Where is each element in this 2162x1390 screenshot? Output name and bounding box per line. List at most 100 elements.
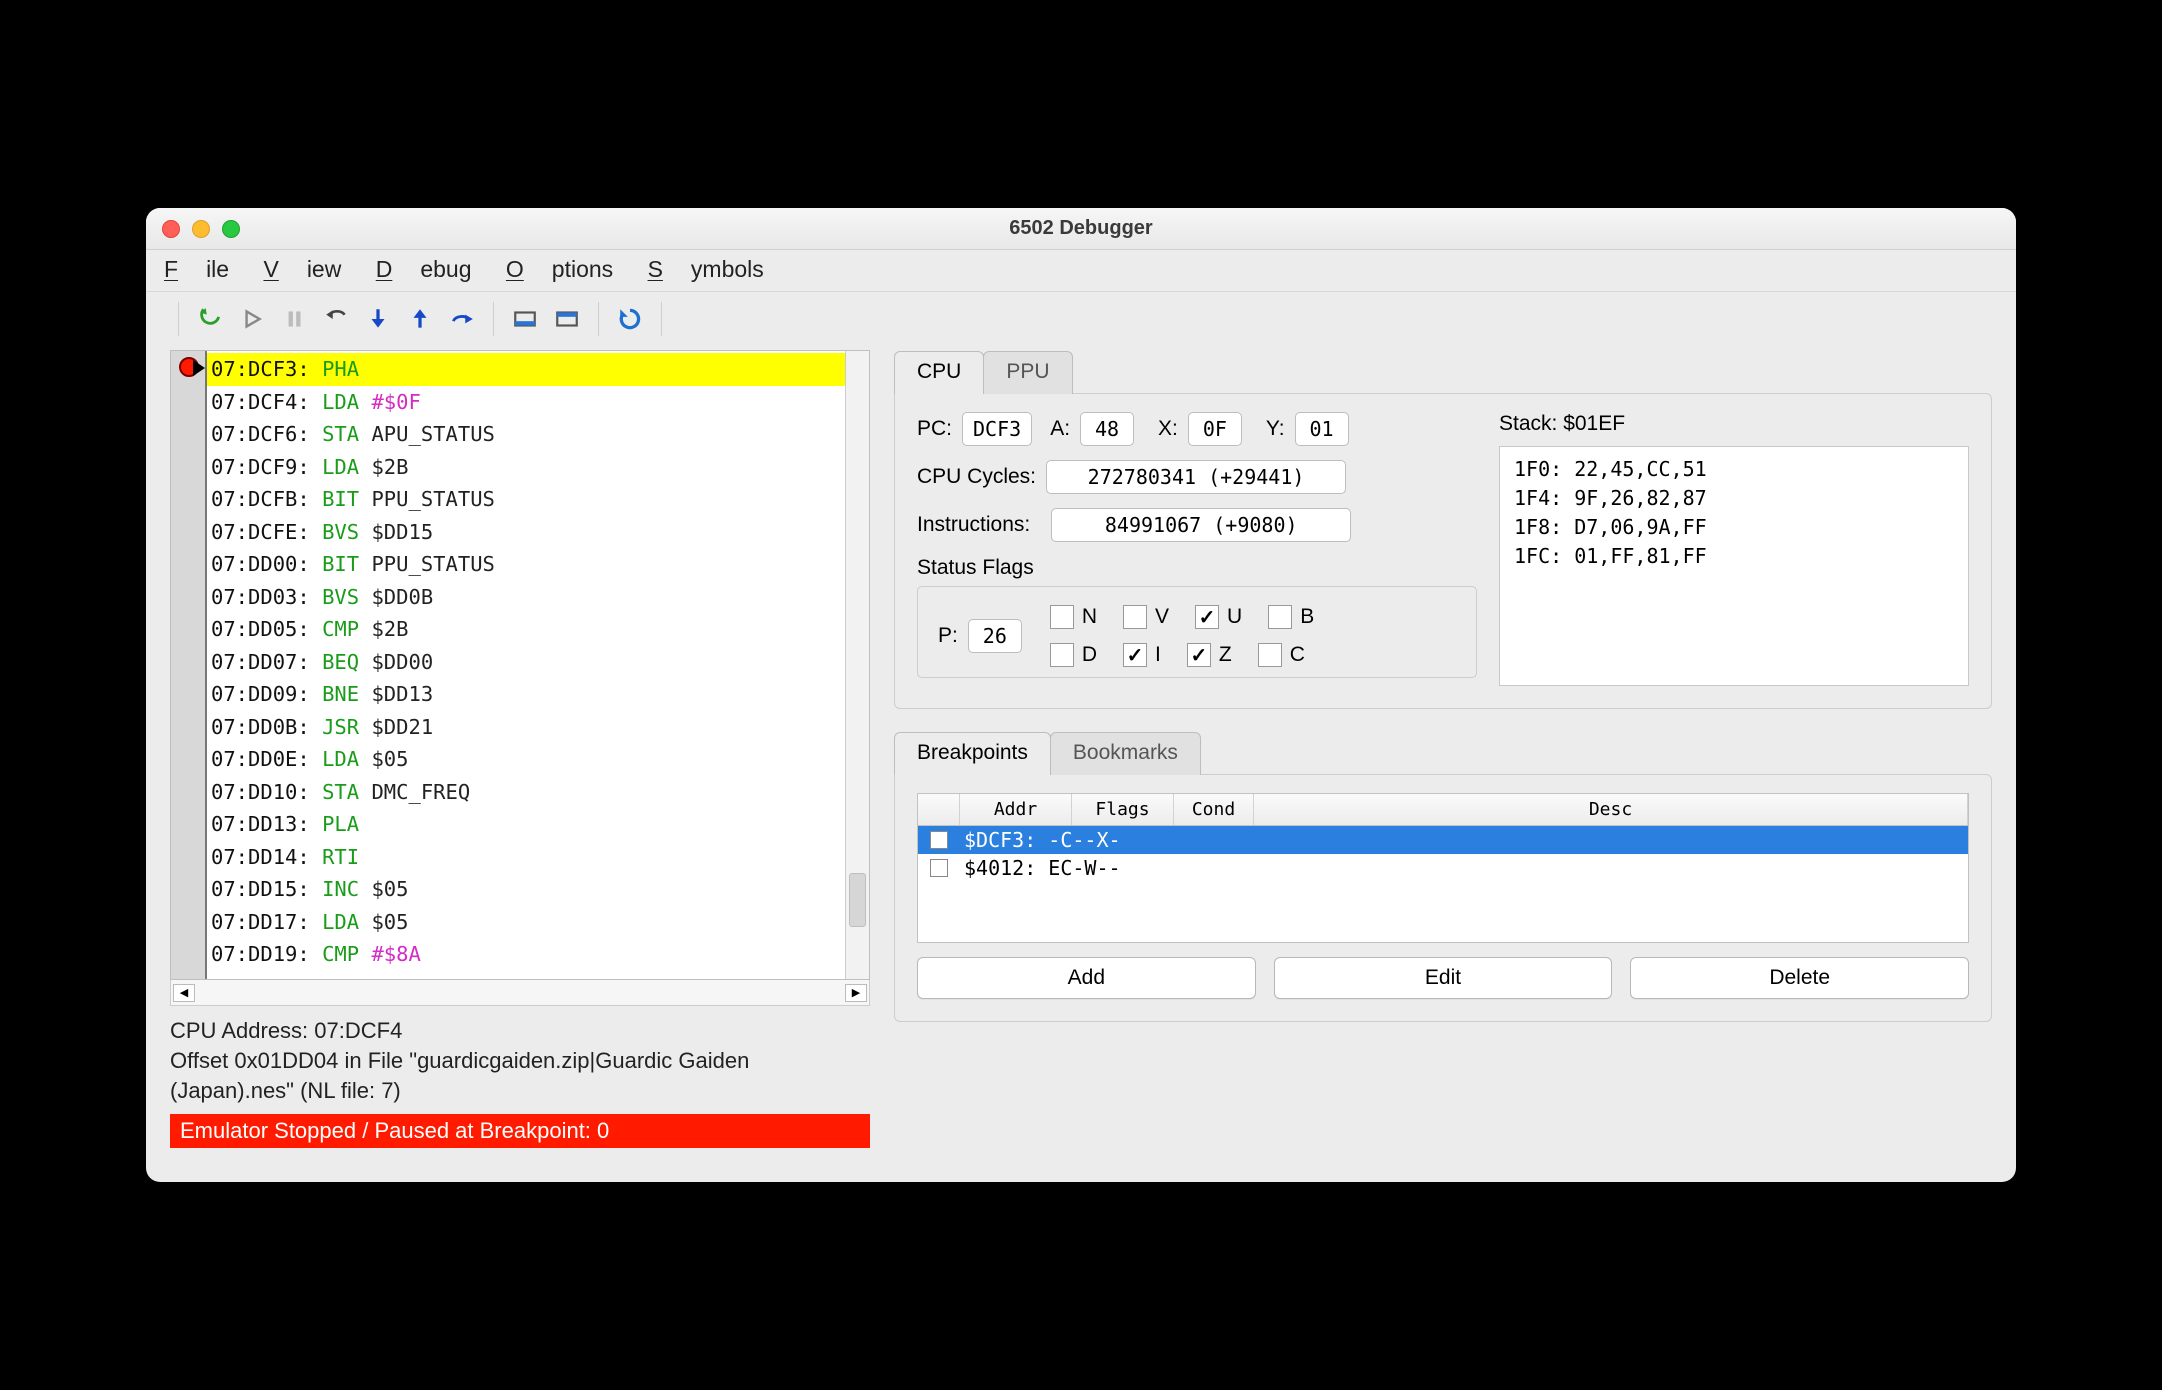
disasm-line[interactable]: 07:DD17: LDA $05 — [207, 906, 845, 939]
scroll-left-icon[interactable]: ◀ — [173, 984, 195, 1002]
disasm-line[interactable]: 07:DD0B: JSR $DD21 — [207, 711, 845, 744]
flag-z[interactable]: Z — [1187, 643, 1232, 667]
bp-add-button[interactable]: Add — [917, 957, 1256, 999]
menu-debug[interactable]: Debug — [376, 256, 472, 282]
flag-checkbox[interactable] — [1258, 643, 1282, 667]
flag-checkbox[interactable] — [1050, 643, 1074, 667]
disasm-line[interactable]: 07:DD03: BVS $DD0B — [207, 581, 845, 614]
disasm-line[interactable]: 07:DD0E: LDA $05 — [207, 743, 845, 776]
flag-label: Z — [1219, 643, 1232, 667]
disasm-line[interactable]: 07:DCF9: LDA $2B — [207, 451, 845, 484]
disasm-line[interactable]: 07:DCF6: STA APU_STATUS — [207, 418, 845, 451]
flag-b[interactable]: B — [1268, 605, 1314, 629]
disasm-line[interactable]: 07:DD00: BIT PPU_STATUS — [207, 548, 845, 581]
flag-label: V — [1155, 605, 1169, 629]
tab-cpu[interactable]: CPU — [894, 351, 984, 394]
scrollbar-horizontal[interactable]: ◀ ▶ — [170, 980, 870, 1006]
disasm-line[interactable]: 07:DD09: BNE $DD13 — [207, 678, 845, 711]
menu-options[interactable]: Options — [506, 256, 613, 282]
y-label: Y: — [1266, 417, 1285, 441]
bp-delete-button[interactable]: Delete — [1630, 957, 1969, 999]
continue-icon[interactable] — [231, 302, 273, 336]
pc-field[interactable]: DCF3 — [962, 412, 1032, 446]
run-icon[interactable] — [189, 302, 231, 336]
flag-checkbox[interactable] — [1268, 605, 1292, 629]
flag-checkbox[interactable] — [1195, 605, 1219, 629]
flag-label: D — [1082, 643, 1097, 667]
disasm-line[interactable]: 07:DCF4: LDA #$0F — [207, 386, 845, 419]
menu-view[interactable]: View — [263, 256, 341, 282]
step-into-icon[interactable] — [357, 302, 399, 336]
disasm-gutter — [171, 351, 207, 979]
x-field[interactable]: 0F — [1188, 412, 1242, 446]
bp-row[interactable]: $DCF3: -C--X- — [918, 826, 1968, 854]
flag-v[interactable]: V — [1123, 605, 1169, 629]
instr-field[interactable]: 84991067 (+9080) — [1051, 508, 1351, 542]
disasm-line[interactable]: 07:DD05: CMP $2B — [207, 613, 845, 646]
stack-list[interactable]: 1F0: 22,45,CC,51 1F4: 9F,26,82,87 1F8: D… — [1499, 446, 1969, 686]
disasm-line[interactable]: 07:DCF3: PHA — [207, 353, 845, 386]
y-field[interactable]: 01 — [1295, 412, 1349, 446]
flag-label: C — [1290, 643, 1305, 667]
stack-title: Stack: $01EF — [1499, 412, 1969, 436]
tab-breakpoints[interactable]: Breakpoints — [894, 732, 1051, 775]
flag-checkbox[interactable] — [1050, 605, 1074, 629]
bp-table[interactable]: Addr Flags Cond Desc $DCF3: -C--X-$4012:… — [917, 793, 1969, 943]
flag-label: I — [1155, 643, 1161, 667]
step-out-icon[interactable] — [399, 302, 441, 336]
instr-label: Instructions: — [917, 513, 1030, 537]
p-field[interactable]: 26 — [968, 619, 1022, 653]
flag-i[interactable]: I — [1123, 643, 1161, 667]
flag-checkbox[interactable] — [1123, 605, 1147, 629]
bp-checkbox[interactable] — [930, 859, 948, 877]
bp-buttons: Add Edit Delete — [917, 957, 1969, 999]
bp-row[interactable]: $4012: EC-W-- — [918, 854, 1968, 882]
disasm-line[interactable]: 07:DD07: BEQ $DD00 — [207, 646, 845, 679]
panel-lower-icon[interactable] — [504, 302, 546, 336]
cycles-field[interactable]: 272780341 (+29441) — [1046, 460, 1346, 494]
flag-n[interactable]: N — [1050, 605, 1097, 629]
disasm-line[interactable]: 07:DD10: STA DMC_FREQ — [207, 776, 845, 809]
toolbar-sep — [661, 302, 662, 336]
step-back-icon[interactable] — [315, 302, 357, 336]
flag-c[interactable]: C — [1258, 643, 1305, 667]
bp-col-flags[interactable]: Flags — [1072, 794, 1174, 825]
bp-col-addr[interactable]: Addr — [960, 794, 1072, 825]
scroll-right-icon[interactable]: ▶ — [845, 984, 867, 1002]
flags-title: Status Flags — [917, 556, 1477, 580]
menu-symbols[interactable]: Symbols — [648, 256, 764, 282]
disasm-line[interactable]: 07:DD14: RTI — [207, 841, 845, 874]
disasm-line[interactable]: 07:DD19: CMP #$8A — [207, 938, 845, 971]
tab-ppu[interactable]: PPU — [983, 351, 1072, 394]
bp-col-cond[interactable]: Cond — [1174, 794, 1254, 825]
disasm-line[interactable]: 07:DD15: INC $05 — [207, 873, 845, 906]
cycles-label: CPU Cycles: — [917, 465, 1036, 489]
panel-upper-icon[interactable] — [546, 302, 588, 336]
scrollbar-vertical[interactable] — [845, 351, 869, 979]
flag-checkbox[interactable] — [1123, 643, 1147, 667]
disasm-line[interactable]: 07:DD13: PLA — [207, 808, 845, 841]
a-field[interactable]: 48 — [1080, 412, 1134, 446]
status-bar: Emulator Stopped / Paused at Breakpoint:… — [170, 1114, 870, 1148]
disasm-line[interactable]: 07:DCFB: BIT PPU_STATUS — [207, 483, 845, 516]
bp-edit-button[interactable]: Edit — [1274, 957, 1613, 999]
bp-header: Addr Flags Cond Desc — [918, 794, 1968, 826]
toolbar-sep — [493, 302, 494, 336]
reload-icon[interactable] — [609, 302, 651, 336]
toolbar-sep — [598, 302, 599, 336]
flag-u[interactable]: U — [1195, 605, 1242, 629]
toolbar — [146, 292, 2016, 350]
flag-checkbox[interactable] — [1187, 643, 1211, 667]
cpu-panel: PC: DCF3 A: 48 X: 0F Y: 01 CPU Cycles: — [894, 393, 1992, 709]
step-over-icon[interactable] — [441, 302, 483, 336]
pause-icon[interactable] — [273, 302, 315, 336]
disasm-line[interactable]: 07:DCFE: BVS $DD15 — [207, 516, 845, 549]
pc-arrow-icon — [193, 360, 205, 376]
flag-d[interactable]: D — [1050, 643, 1097, 667]
disassembly-view[interactable]: 07:DCF3: PHA07:DCF4: LDA #$0F07:DCF6: ST… — [170, 350, 870, 980]
tab-bookmarks[interactable]: Bookmarks — [1050, 732, 1201, 775]
menu-file[interactable]: File — [164, 256, 229, 282]
bp-checkbox[interactable] — [930, 831, 948, 849]
bp-col-desc[interactable]: Desc — [1254, 794, 1968, 825]
x-label: X: — [1158, 417, 1178, 441]
